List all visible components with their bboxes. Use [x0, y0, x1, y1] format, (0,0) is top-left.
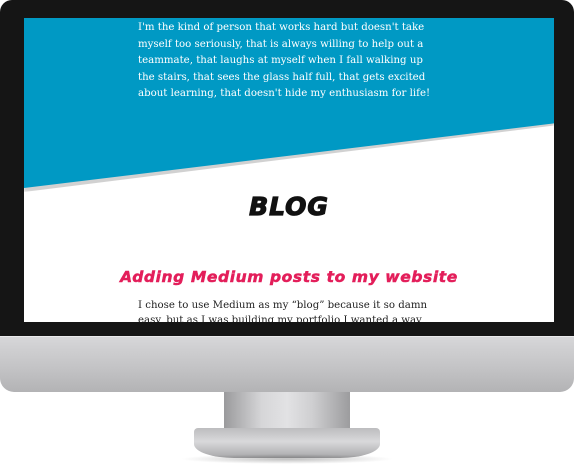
monitor-screen: I'm the kind of person that works hard b…: [24, 18, 554, 322]
intro-paragraph: I'm the kind of person that works hard b…: [138, 22, 431, 99]
monitor-chin: [0, 336, 574, 392]
monitor-mockup: I'm the kind of person that works hard b…: [0, 0, 574, 466]
post-title-link[interactable]: Adding Medium posts to my website: [24, 268, 554, 287]
monitor-stand-neck: [224, 392, 350, 430]
post-excerpt: I chose to use Medium as my “blog” becau…: [138, 300, 428, 322]
blog-heading: BLOG: [248, 191, 329, 221]
monitor-base-shadow: [180, 454, 394, 464]
